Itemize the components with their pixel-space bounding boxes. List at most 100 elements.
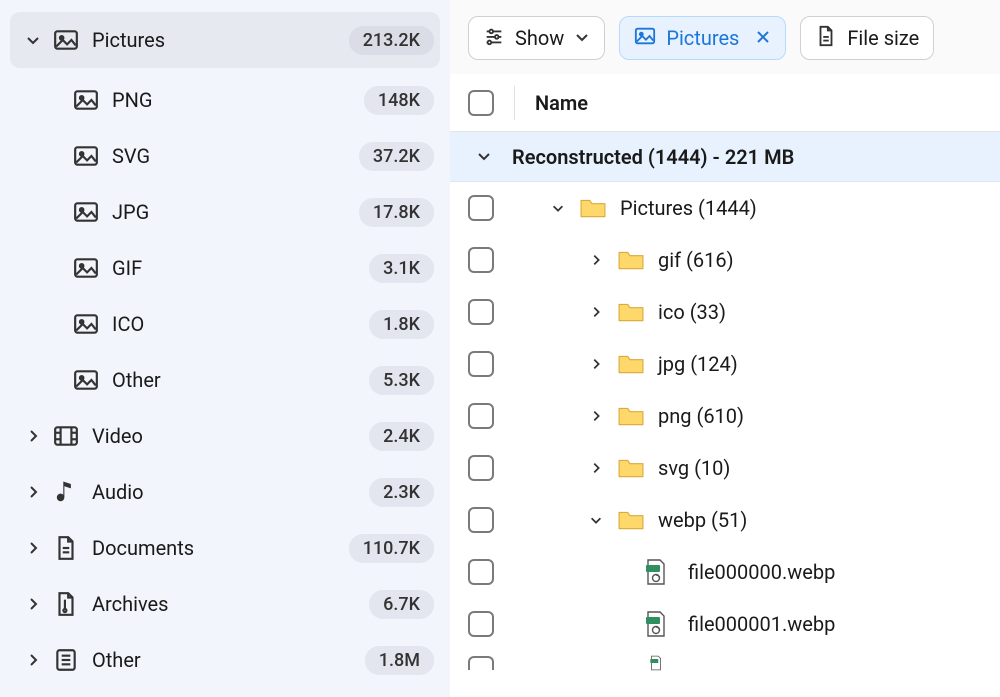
row-checkbox[interactable] [468, 299, 494, 325]
webp-file-icon [644, 655, 672, 671]
row-checkbox[interactable] [468, 559, 494, 585]
tree-row-ico[interactable]: ico (33) [450, 286, 1000, 338]
chevron-right-icon[interactable] [586, 357, 606, 371]
row-checkbox[interactable] [468, 611, 494, 637]
filter-label: Pictures [666, 26, 739, 50]
sidebar-item-archives[interactable]: Archives 6.7K [0, 576, 450, 632]
picture-icon [64, 199, 108, 225]
row-label: Pictures (1444) [620, 196, 757, 220]
document-icon [44, 535, 88, 561]
column-header: Name [450, 74, 1000, 132]
chevron-right-icon[interactable] [22, 652, 44, 668]
row-checkbox[interactable] [468, 656, 494, 670]
chevron-down-icon[interactable] [476, 145, 492, 169]
folder-icon [618, 301, 646, 323]
sliders-icon [483, 25, 505, 52]
row-label: ico (33) [658, 300, 726, 324]
row-checkbox[interactable] [468, 403, 494, 429]
chevron-down-icon [574, 26, 590, 50]
sidebar-item-count: 1.8M [365, 646, 434, 675]
tree-row-svg[interactable]: svg (10) [450, 442, 1000, 494]
chevron-right-icon[interactable] [22, 540, 44, 556]
document-icon [815, 25, 837, 52]
filesize-button[interactable]: File size [800, 16, 934, 60]
divider [514, 86, 515, 120]
tree-row-png[interactable]: png (610) [450, 390, 1000, 442]
sidebar-item-count: 5.3K [369, 366, 434, 395]
row-label: file000000.webp [684, 560, 835, 584]
show-dropdown[interactable]: Show [468, 16, 605, 60]
tree-row-file[interactable]: file000000.webp [450, 546, 1000, 598]
sidebar-item-count: 213.2K [349, 26, 434, 55]
select-all-checkbox[interactable] [468, 90, 494, 116]
sidebar-item-label: GIF [108, 256, 369, 280]
sidebar-item-documents[interactable]: Documents 110.7K [0, 520, 450, 576]
sidebar: Pictures 213.2K PNG 148K SVG 37.2K JPG 1… [0, 0, 450, 697]
tree-row-webp[interactable]: webp (51) [450, 494, 1000, 546]
picture-icon [64, 87, 108, 113]
close-icon[interactable] [755, 26, 771, 50]
sidebar-item-label: Other [88, 648, 365, 672]
sidebar-item-count: 110.7K [349, 534, 434, 563]
sidebar-item-label: Audio [88, 480, 369, 504]
picture-icon [44, 27, 88, 53]
chevron-down-icon[interactable] [548, 201, 568, 215]
sidebar-item-ico[interactable]: ICO 1.8K [0, 296, 450, 352]
main-panel: Show Pictures File size Name [450, 0, 1000, 697]
chevron-right-icon[interactable] [22, 484, 44, 500]
chevron-right-icon[interactable] [586, 253, 606, 267]
tree-row-jpg[interactable]: jpg (124) [450, 338, 1000, 390]
row-label: svg (10) [658, 456, 730, 480]
sidebar-item-label: Other [108, 368, 369, 392]
row-checkbox[interactable] [468, 351, 494, 377]
row-checkbox[interactable] [468, 195, 494, 221]
chevron-right-icon[interactable] [586, 409, 606, 423]
tree-row-file[interactable]: file000001.webp [450, 598, 1000, 650]
tree-row-gif[interactable]: gif (616) [450, 234, 1000, 286]
sidebar-item-count: 3.1K [369, 254, 434, 283]
sidebar-item-label: JPG [108, 200, 359, 224]
picture-icon [64, 367, 108, 393]
sidebar-item-label: Video [88, 424, 369, 448]
chevron-right-icon[interactable] [22, 428, 44, 444]
row-checkbox[interactable] [468, 247, 494, 273]
row-checkbox[interactable] [468, 507, 494, 533]
sidebar-item-gif[interactable]: GIF 3.1K [0, 240, 450, 296]
folder-icon [618, 353, 646, 375]
sidebar-item-count: 17.8K [359, 198, 434, 227]
filesize-label: File size [847, 26, 919, 50]
row-checkbox[interactable] [468, 455, 494, 481]
other-icon [44, 647, 88, 673]
tree-row-pictures[interactable]: Pictures (1444) [450, 182, 1000, 234]
sidebar-item-other[interactable]: Other 1.8M [0, 632, 450, 688]
webp-file-icon [644, 558, 672, 586]
sidebar-item-audio[interactable]: Audio 2.3K [0, 464, 450, 520]
chevron-right-icon[interactable] [586, 461, 606, 475]
sidebar-item-label: Pictures [88, 28, 349, 52]
sidebar-item-svg[interactable]: SVG 37.2K [0, 128, 450, 184]
chevron-down-icon[interactable] [586, 513, 606, 527]
sidebar-item-count: 148K [364, 86, 434, 115]
video-icon [44, 423, 88, 449]
sidebar-item-count: 2.4K [369, 422, 434, 451]
sidebar-item-label: PNG [108, 88, 364, 112]
sidebar-item-video[interactable]: Video 2.4K [0, 408, 450, 464]
sidebar-item-pictures[interactable]: Pictures 213.2K [10, 12, 440, 68]
folder-icon [618, 405, 646, 427]
column-name[interactable]: Name [535, 91, 588, 115]
sidebar-item-label: SVG [108, 144, 359, 168]
folder-icon [618, 249, 646, 271]
tree-row-file[interactable] [450, 650, 1000, 676]
row-label: file000001.webp [684, 612, 835, 636]
chevron-down-icon[interactable] [22, 32, 44, 48]
filter-pill-pictures[interactable]: Pictures [619, 16, 786, 60]
toolbar: Show Pictures File size [450, 0, 1000, 74]
chevron-right-icon[interactable] [22, 596, 44, 612]
sidebar-item-count: 1.8K [369, 310, 434, 339]
sidebar-item-pictures-other[interactable]: Other 5.3K [0, 352, 450, 408]
chevron-right-icon[interactable] [586, 305, 606, 319]
sidebar-item-jpg[interactable]: JPG 17.8K [0, 184, 450, 240]
group-reconstructed[interactable]: Reconstructed (1444) - 221 MB [450, 132, 1000, 182]
row-label: gif (616) [658, 248, 734, 272]
sidebar-item-png[interactable]: PNG 148K [0, 72, 450, 128]
